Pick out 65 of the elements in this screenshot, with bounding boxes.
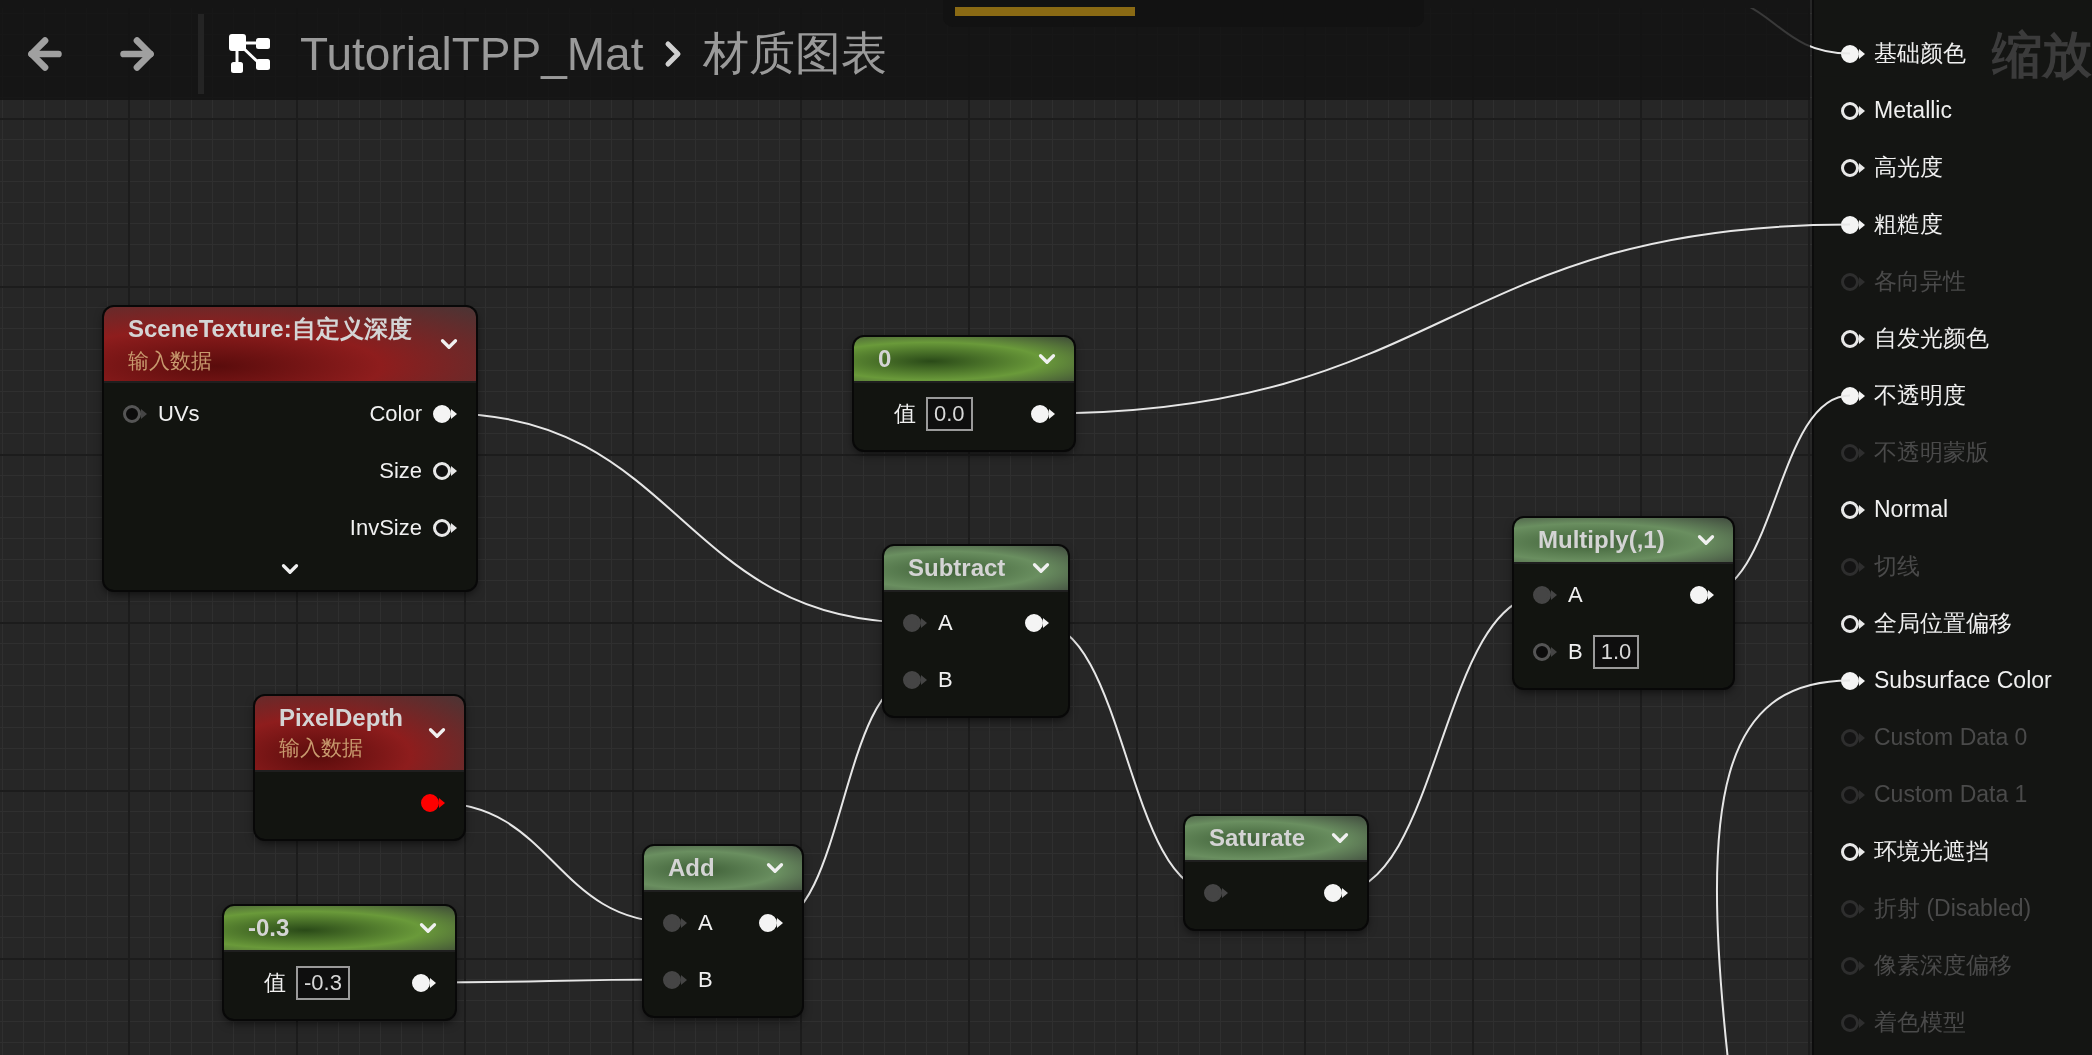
pin-icon[interactable] — [1024, 612, 1050, 633]
node-title: -0.3 — [248, 914, 291, 942]
breadcrumb-link[interactable]: 材质图表 — [703, 23, 888, 85]
graph-node[interactable]: Multiply(,1) A B 1.0 — [1514, 518, 1733, 688]
pin-icon[interactable] — [1840, 841, 1866, 862]
pin-icon[interactable] — [1840, 100, 1866, 121]
pin-icon[interactable] — [1840, 613, 1866, 634]
pin-icon[interactable] — [1030, 403, 1056, 424]
output-label: Normal — [1874, 496, 1949, 523]
value-field[interactable]: -0.3 — [296, 965, 350, 1000]
pin-icon[interactable] — [1840, 157, 1866, 178]
node-title: Add — [668, 854, 716, 882]
value-label: 值 — [264, 968, 286, 997]
pin-icon[interactable] — [758, 912, 784, 933]
graph-node[interactable]: PixelDepth 输入数据 — [255, 696, 464, 839]
node-title: Saturate — [1209, 824, 1307, 852]
node-title: Multiply(,1) — [1538, 526, 1666, 554]
value-field[interactable]: 0.0 — [926, 396, 973, 431]
pin-icon[interactable] — [1840, 385, 1866, 406]
output-label: Subsurface Color — [1874, 667, 2052, 694]
output-label: 不透明度 — [1874, 381, 1966, 410]
pin-icon[interactable] — [1840, 670, 1866, 691]
pin-icon[interactable] — [432, 517, 458, 538]
breadcrumb-link[interactable]: TutorialTPP_Mat — [300, 27, 644, 81]
node-title: SceneTexture:自定义深度 — [128, 314, 413, 344]
pin-label: A — [938, 609, 953, 636]
graph-node[interactable]: SceneTexture:自定义深度 输入数据 UVs Color Size InvSize — [104, 307, 476, 590]
pin-icon[interactable] — [1323, 882, 1349, 903]
output-label: 环境光遮挡 — [1874, 837, 1989, 866]
node-subtitle: 输入数据 — [279, 735, 364, 761]
pin-label: UVs — [158, 400, 200, 427]
output-label: 粗糙度 — [1874, 210, 1943, 239]
graph-node[interactable]: Subtract A B — [884, 546, 1068, 716]
value-label: 值 — [894, 399, 916, 428]
output-label: 高光度 — [1874, 153, 1943, 182]
pin-icon[interactable] — [432, 403, 458, 424]
pin-label: Size — [379, 457, 422, 484]
graph-node[interactable]: Add A B — [644, 846, 802, 1016]
output-label: 全局位置偏移 — [1874, 609, 2012, 638]
graph-node[interactable]: Saturate — [1185, 816, 1367, 929]
node-title: Subtract — [908, 554, 1007, 582]
pin-label: B — [938, 666, 953, 693]
node-title: PixelDepth — [279, 704, 405, 732]
node-title: 0 — [878, 345, 893, 373]
output-label: 基础颜色 — [1874, 39, 1966, 68]
pin-label: A — [1568, 581, 1583, 608]
pin-icon[interactable] — [411, 972, 437, 993]
pin-icon[interactable] — [1840, 43, 1866, 64]
pin-icon[interactable] — [432, 460, 458, 481]
pin-label: B — [1568, 638, 1583, 665]
output-label: 自发光颜色 — [1874, 324, 1989, 353]
pin-label: A — [698, 909, 713, 936]
node-subtitle: 输入数据 — [128, 348, 213, 374]
pin-icon[interactable] — [1840, 328, 1866, 349]
pin-label: B — [698, 966, 713, 993]
graph-node[interactable]: 0 值 0.0 — [854, 337, 1074, 450]
pin-label: Color — [369, 400, 422, 427]
pin-icon[interactable] — [1840, 214, 1866, 235]
pin-label: InvSize — [349, 514, 422, 541]
pin-icon[interactable] — [1840, 499, 1866, 520]
graph-icon — [228, 33, 272, 75]
value-field[interactable]: 1.0 — [1592, 634, 1640, 669]
graph-node[interactable]: -0.3 值 -0.3 — [224, 906, 455, 1019]
pin-icon[interactable] — [1689, 584, 1715, 605]
output-label: Metallic — [1874, 97, 1952, 124]
